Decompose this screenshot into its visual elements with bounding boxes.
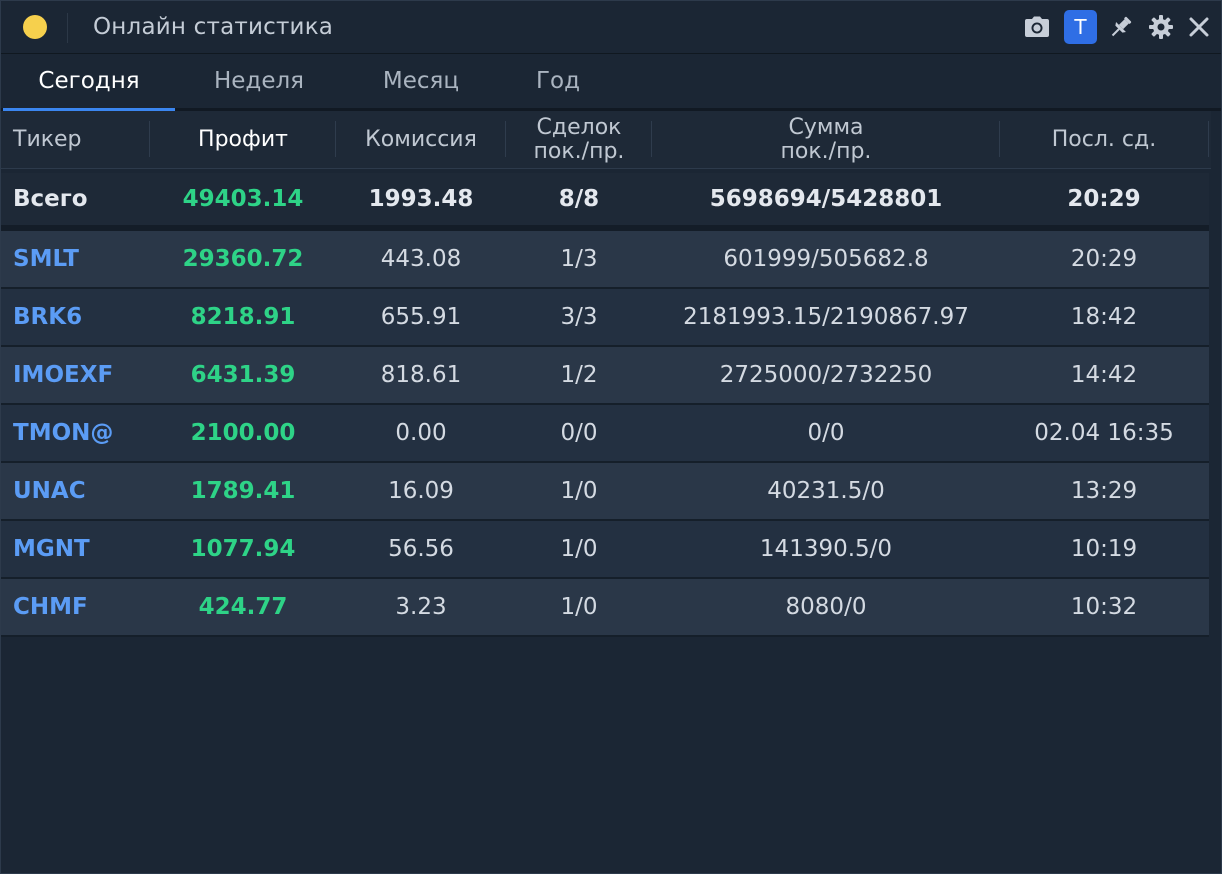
row-profit: 2100.00 xyxy=(190,420,296,446)
row-commission: 16.09 xyxy=(388,478,454,504)
table-row[interactable]: SMLT 29360.72 443.08 1/3 601999/505682.8 20:2… xyxy=(1,231,1209,289)
table-row[interactable]: UNAC 1789.41 16.09 1/0 40231.5/0 13:29 xyxy=(1,463,1209,521)
header-divider[interactable] xyxy=(999,121,1000,157)
camera-icon[interactable] xyxy=(1021,11,1053,43)
table-row[interactable]: CHMF 424.77 3.23 1/0 8080/0 10:32 xyxy=(1,579,1209,637)
total-label: Всего xyxy=(13,186,88,212)
row-profit: 1077.94 xyxy=(190,536,296,562)
row-sum: 141390.5/0 xyxy=(759,536,893,562)
row-commission: 818.61 xyxy=(380,362,462,388)
t-mode-button[interactable]: T xyxy=(1064,10,1097,44)
row-last-deal: 14:42 xyxy=(1070,362,1138,388)
table-row[interactable]: TMON@ 2100.00 0.00 0/0 0/0 02.04 16:35 xyxy=(1,405,1209,463)
row-ticker[interactable]: SMLT xyxy=(1,231,161,287)
stats-window: Онлайн статистика T Сегодня Неделя Месяц… xyxy=(0,0,1222,874)
row-last-deal: 13:29 xyxy=(1070,478,1138,504)
row-commission: 3.23 xyxy=(395,594,447,620)
row-commission: 0.00 xyxy=(395,420,447,446)
row-ticker[interactable]: TMON@ xyxy=(1,405,161,461)
row-ticker[interactable]: UNAC xyxy=(1,463,161,519)
row-ticker[interactable]: BRK6 xyxy=(1,289,161,345)
header-deals-line2: пок./пр. xyxy=(533,138,625,164)
row-deals: 3/3 xyxy=(560,304,598,330)
row-sum: 0/0 xyxy=(807,420,845,446)
total-row: Всего 49403.14 1993.48 8/8 5698694/54288… xyxy=(1,173,1209,231)
header-last-deal[interactable]: Посл. сд. xyxy=(1001,111,1207,168)
header-divider[interactable] xyxy=(505,121,506,157)
header-divider[interactable] xyxy=(1208,121,1209,157)
header-sum-line1: Сумма xyxy=(788,114,864,140)
window-title: Онлайн статистика xyxy=(93,14,334,40)
title-bar[interactable]: Онлайн статистика T xyxy=(1,1,1221,54)
total-sum: 5698694/5428801 xyxy=(709,186,943,212)
row-ticker[interactable]: CHMF xyxy=(1,579,161,635)
row-sum: 2181993.15/2190867.97 xyxy=(683,304,969,330)
table-header: Тикер Профит Комиссия Сделок пок./пр. Су… xyxy=(1,111,1211,169)
row-commission: 655.91 xyxy=(380,304,462,330)
row-deals: 0/0 xyxy=(560,420,598,446)
row-profit: 424.77 xyxy=(198,594,288,620)
row-last-deal: 18:42 xyxy=(1070,304,1138,330)
table-row[interactable]: MGNT 1077.94 56.56 1/0 141390.5/0 10:19 xyxy=(1,521,1209,579)
gear-icon[interactable] xyxy=(1145,11,1177,43)
row-last-deal: 20:29 xyxy=(1070,246,1138,272)
table-row[interactable]: BRK6 8218.91 655.91 3/3 2181993.15/2190867.9… xyxy=(1,289,1209,347)
total-deals: 8/8 xyxy=(558,186,600,212)
table-row[interactable]: IMOEXF 6431.39 818.61 1/2 2725000/2732250 14:… xyxy=(1,347,1209,405)
row-commission: 56.56 xyxy=(388,536,454,562)
row-deals: 1/0 xyxy=(560,536,598,562)
row-ticker[interactable]: MGNT xyxy=(1,521,161,577)
total-last-deal: 20:29 xyxy=(1067,186,1141,212)
row-commission: 443.08 xyxy=(380,246,462,272)
header-commission[interactable]: Комиссия xyxy=(337,111,505,168)
row-sum: 8080/0 xyxy=(785,594,867,620)
period-tabs: Сегодня Неделя Месяц Год xyxy=(1,54,1221,111)
close-icon[interactable] xyxy=(1183,11,1215,43)
tab-week[interactable]: Неделя xyxy=(175,54,343,108)
header-sum-line2: пок./пр. xyxy=(780,138,872,164)
tab-today[interactable]: Сегодня xyxy=(3,54,175,111)
row-last-deal: 02.04 16:35 xyxy=(1034,420,1174,446)
row-sum: 40231.5/0 xyxy=(767,478,885,504)
total-profit: 49403.14 xyxy=(182,186,304,212)
total-commission: 1993.48 xyxy=(368,186,474,212)
row-profit: 29360.72 xyxy=(182,246,304,272)
tab-month[interactable]: Месяц xyxy=(343,54,499,108)
status-indicator xyxy=(23,15,47,39)
row-profit: 6431.39 xyxy=(190,362,296,388)
header-divider[interactable] xyxy=(149,121,150,157)
header-deals-line1: Сделок xyxy=(536,114,622,140)
title-divider xyxy=(67,13,68,43)
row-deals: 1/0 xyxy=(560,594,598,620)
row-profit: 1789.41 xyxy=(190,478,296,504)
row-deals: 1/0 xyxy=(560,478,598,504)
tab-year[interactable]: Год xyxy=(499,54,617,108)
header-sum[interactable]: Сумма пок./пр. xyxy=(653,111,999,168)
row-profit: 8218.91 xyxy=(190,304,296,330)
row-last-deal: 10:32 xyxy=(1070,594,1138,620)
row-ticker[interactable]: IMOEXF xyxy=(1,347,161,403)
pin-icon[interactable] xyxy=(1105,11,1137,43)
row-last-deal: 10:19 xyxy=(1070,536,1138,562)
header-deals[interactable]: Сделок пок./пр. xyxy=(507,111,651,168)
row-deals: 1/2 xyxy=(560,362,598,388)
row-deals: 1/3 xyxy=(560,246,598,272)
header-ticker[interactable]: Тикер xyxy=(1,111,149,168)
header-profit[interactable]: Профит xyxy=(151,111,335,168)
header-divider[interactable] xyxy=(335,121,336,157)
row-sum: 2725000/2732250 xyxy=(719,362,933,388)
row-sum: 601999/505682.8 xyxy=(723,246,929,272)
header-divider[interactable] xyxy=(651,121,652,157)
